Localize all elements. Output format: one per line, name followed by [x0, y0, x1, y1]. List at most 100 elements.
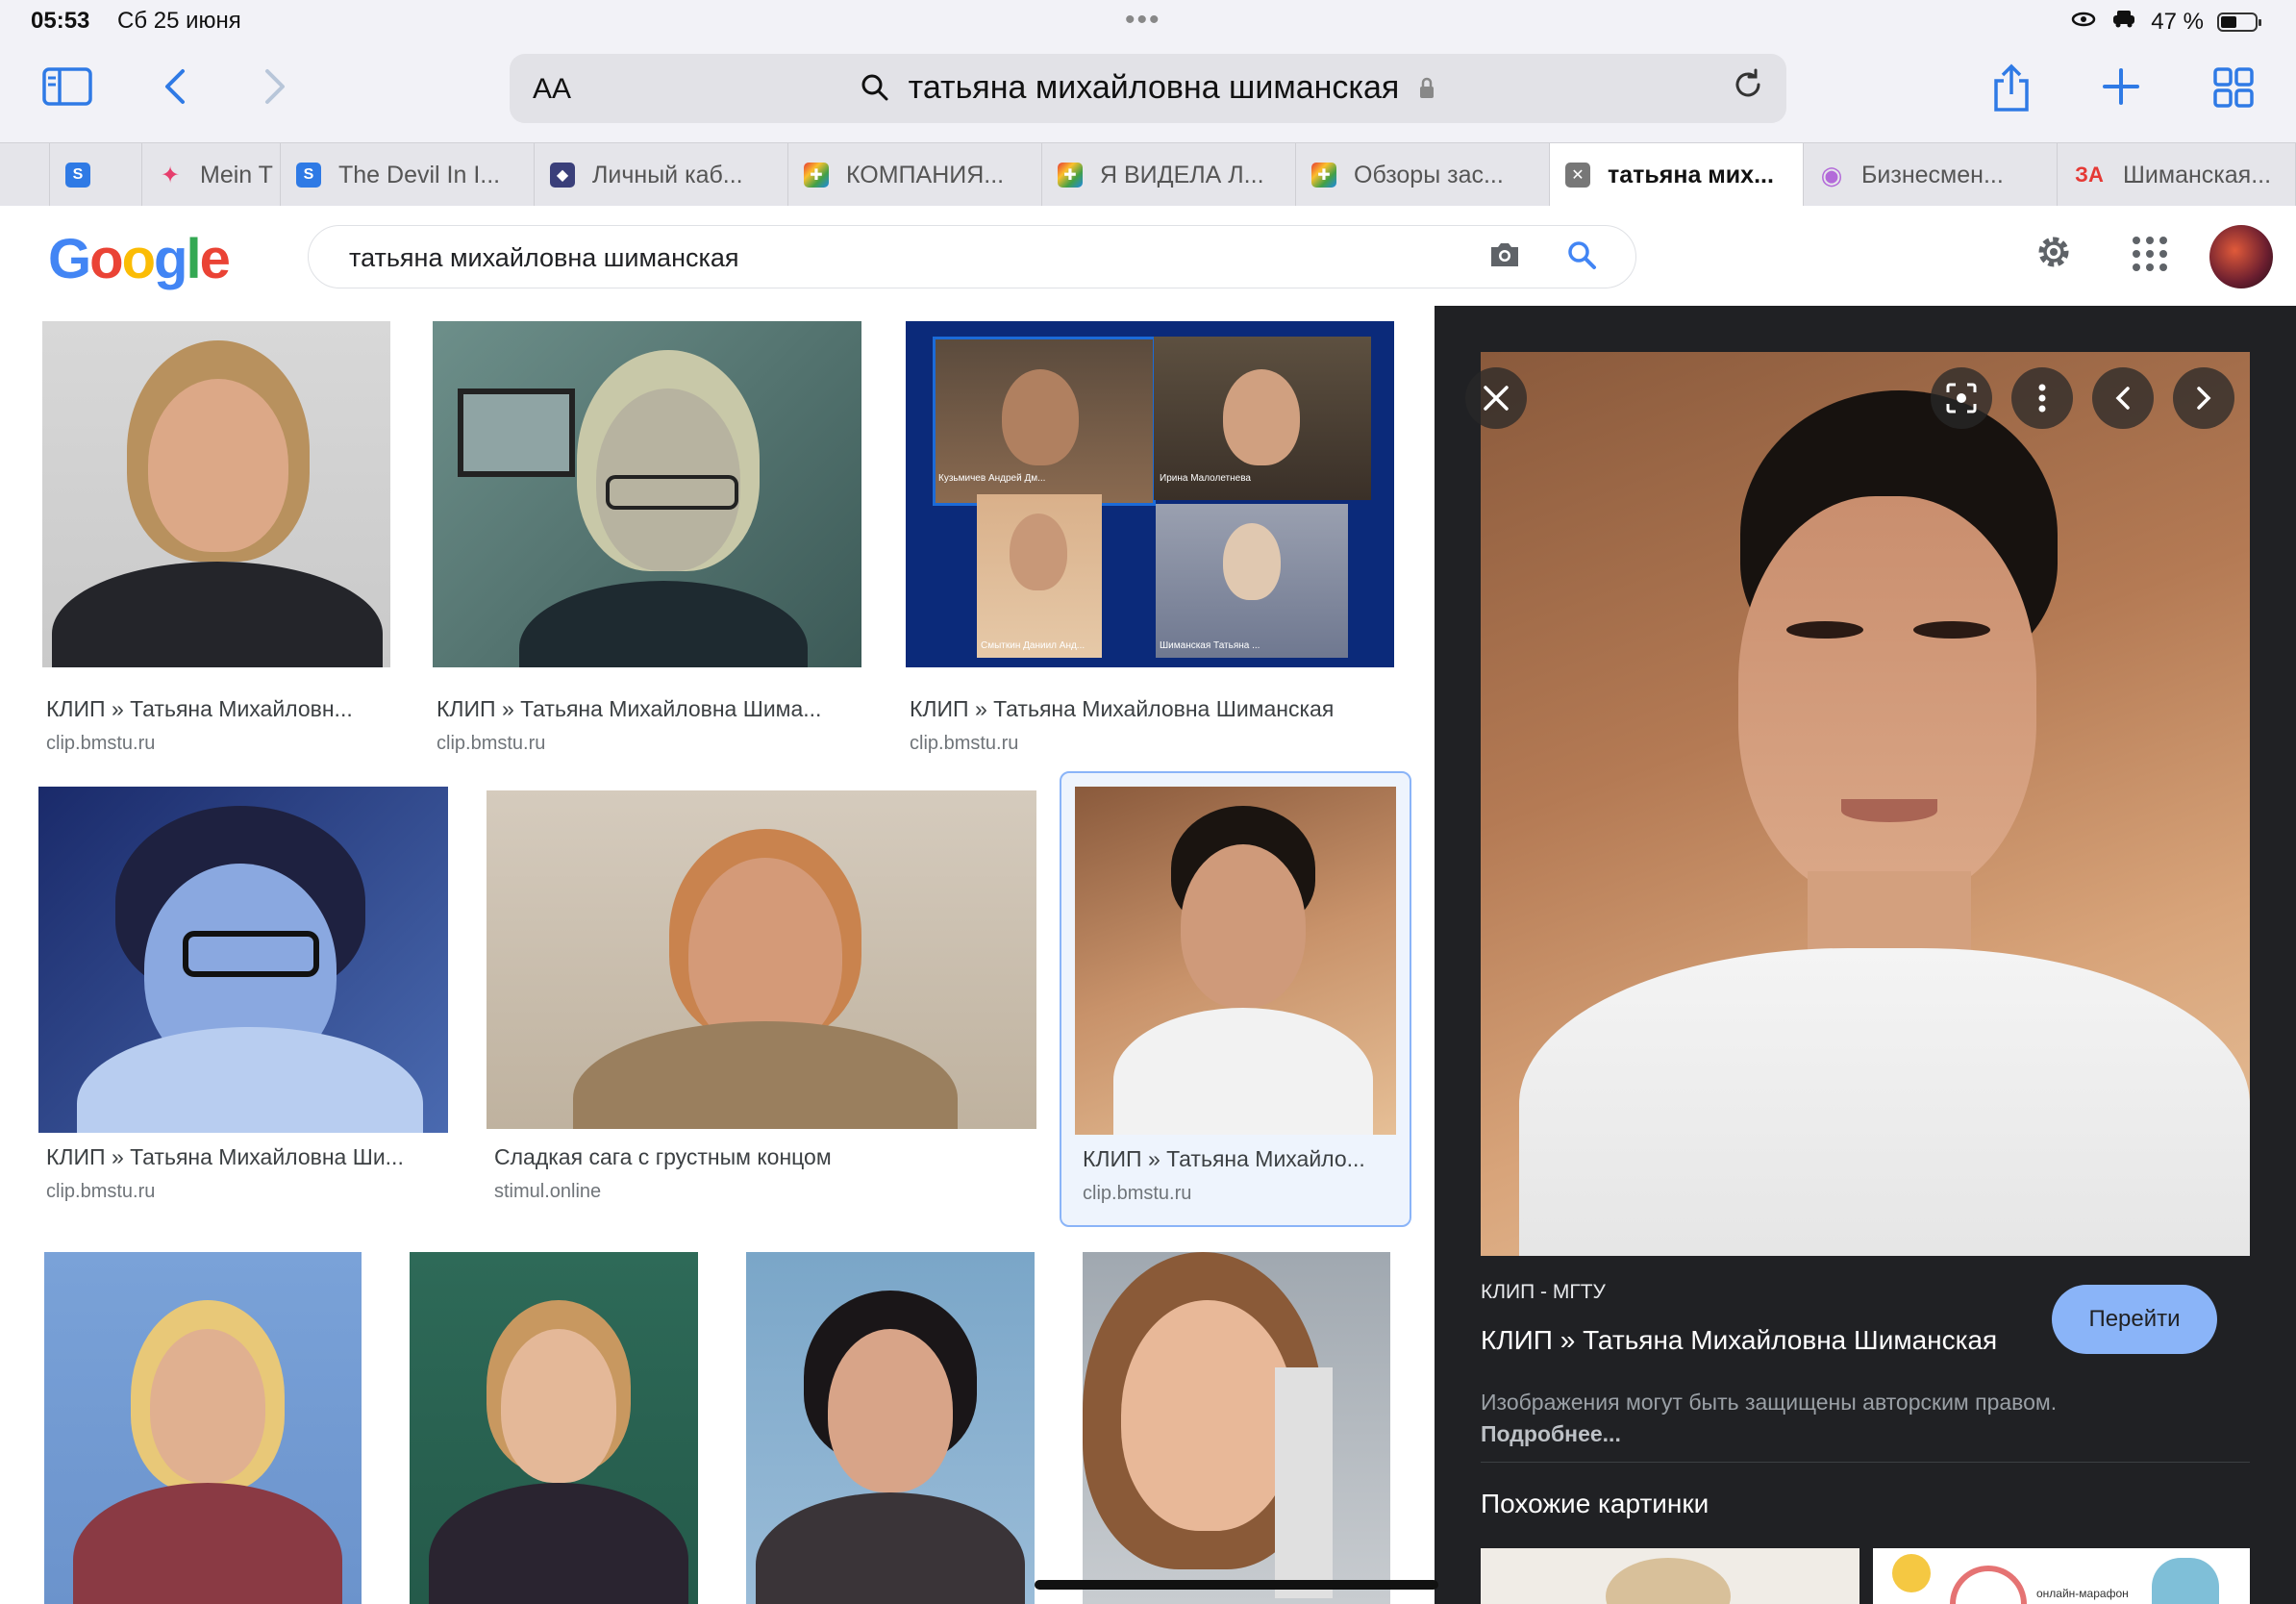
- tab-8[interactable]: ◉ Бизнесмен...: [1804, 143, 2058, 207]
- learn-more-link[interactable]: Подробнее...: [1481, 1421, 1621, 1446]
- tab-favicon: S: [296, 163, 321, 188]
- result-site[interactable]: clip.bmstu.ru: [910, 733, 1018, 755]
- more-options-icon[interactable]: [2011, 367, 2073, 429]
- close-icon[interactable]: [1465, 367, 1527, 429]
- result-card[interactable]: КЛИП » Татьяна Михайловн... clip.bmstu.r…: [38, 321, 404, 754]
- result-image[interactable]: [38, 787, 448, 1133]
- participant-name: Шиманская Татьяна ...: [1160, 640, 1260, 651]
- tab-label: КОМПАНИЯ...: [846, 161, 1005, 188]
- result-title[interactable]: КЛИП » Татьяна Михайловна Ши...: [46, 1144, 440, 1170]
- tab-9[interactable]: ЗА Шиманская...: [2058, 143, 2296, 207]
- tab-favicon: ✚: [1058, 163, 1083, 188]
- result-site[interactable]: clip.bmstu.ru: [437, 733, 545, 755]
- avatar[interactable]: [2209, 225, 2273, 288]
- search-box[interactable]: [308, 225, 1636, 288]
- preview-title[interactable]: КЛИП » Татьяна Михайловна Шиманская: [1481, 1325, 1997, 1356]
- result-card[interactable]: КЛИП » Татьяна Михайловна Ши... clip.bms…: [38, 787, 462, 1202]
- result-title[interactable]: КЛИП » Татьяна Михайловна Шима...: [437, 696, 860, 722]
- new-tab-icon[interactable]: [2102, 67, 2140, 113]
- result-site[interactable]: clip.bmstu.ru: [1083, 1183, 1191, 1205]
- tab-4[interactable]: ✚ КОМПАНИЯ...: [788, 143, 1042, 207]
- tab-empty[interactable]: [0, 143, 50, 207]
- result-card[interactable]: [410, 1252, 698, 1604]
- lock-icon: [1409, 69, 1435, 106]
- next-icon[interactable]: [2173, 367, 2234, 429]
- forward-icon[interactable]: [262, 65, 288, 115]
- result-site[interactable]: clip.bmstu.ru: [46, 1181, 155, 1203]
- search-input[interactable]: [347, 238, 1409, 278]
- similar-image[interactable]: [1481, 1548, 1859, 1604]
- tab-bar: S ✦ Mein T S The Devil In I... ◆ Личный …: [0, 142, 2296, 208]
- result-image[interactable]: [487, 790, 1036, 1129]
- result-title[interactable]: Сладкая сага с грустным концом: [494, 1144, 1033, 1170]
- similar-heading: Похожие картинки: [1481, 1489, 1710, 1518]
- camera-icon[interactable]: [1487, 239, 1522, 275]
- previous-icon[interactable]: [2092, 367, 2154, 429]
- apps-grid-icon[interactable]: [2133, 237, 2167, 271]
- result-image[interactable]: [1075, 787, 1396, 1135]
- link-icon: [2070, 9, 2097, 36]
- tab-7-active[interactable]: ✕ татьяна мих...: [1550, 143, 1804, 207]
- reload-icon[interactable]: [1731, 67, 1765, 112]
- gear-icon[interactable]: [2031, 229, 2077, 280]
- google-header: Google: [0, 206, 2296, 307]
- tab-0[interactable]: S: [50, 143, 142, 207]
- result-image[interactable]: [42, 321, 390, 667]
- tab-5[interactable]: ✚ Я ВИДЕЛА Л...: [1042, 143, 1296, 207]
- tab-favicon: S: [65, 163, 90, 188]
- similar-image[interactable]: онлайн-марафон: [1873, 1548, 2250, 1604]
- result-image[interactable]: [410, 1252, 698, 1604]
- address-bar[interactable]: AA татьяна михайловна шиманская: [510, 54, 1786, 123]
- tab-label: Mein T: [200, 161, 273, 188]
- result-site[interactable]: stimul.online: [494, 1181, 601, 1203]
- car-icon: [2110, 8, 2137, 36]
- result-image[interactable]: [746, 1252, 1035, 1604]
- address-query[interactable]: татьяна михайловна шиманская: [510, 69, 1786, 107]
- status-date: Сб 25 июня: [117, 8, 241, 34]
- copyright-text: Изображения могут быть защищены авторски…: [1481, 1390, 2058, 1415]
- result-site[interactable]: clip.bmstu.ru: [46, 733, 155, 755]
- tab-favicon: ✚: [1311, 163, 1336, 188]
- browser-toolbar: AA татьяна михайловна шиманская: [0, 46, 2296, 142]
- share-icon[interactable]: [1990, 63, 2033, 121]
- battery-percent: 47 %: [2151, 8, 2204, 35]
- result-image[interactable]: Кузьмичев Андрей Дм... Ирина Малолетнева…: [906, 321, 1394, 667]
- multitasking-dots[interactable]: •••: [1125, 4, 1161, 37]
- divider: [1481, 1462, 2250, 1463]
- result-title[interactable]: КЛИП » Татьяна Михайловн...: [46, 696, 392, 722]
- tab-overview-icon[interactable]: [2213, 67, 2254, 115]
- participant-name: Смыткин Даниил Анд...: [981, 640, 1086, 651]
- tab-6[interactable]: ✚ Обзоры зас...: [1296, 143, 1550, 207]
- tab-3[interactable]: ◆ Личный каб...: [535, 143, 788, 207]
- result-card-selected[interactable]: КЛИП » Татьяна Михайло... clip.bmstu.ru: [1060, 771, 1411, 1227]
- tab-label: татьяна мих...: [1608, 161, 1774, 188]
- search-icon: [861, 69, 908, 106]
- participant-name: Ирина Малолетнева: [1160, 473, 1251, 484]
- google-logo[interactable]: Google: [48, 227, 231, 291]
- visit-button[interactable]: Перейти: [2052, 1285, 2217, 1354]
- result-image[interactable]: [433, 321, 861, 667]
- result-image[interactable]: [44, 1252, 362, 1604]
- tab-1[interactable]: ✦ Mein T: [142, 143, 281, 207]
- tab-favicon: ✚: [804, 163, 829, 188]
- result-image[interactable]: [1083, 1252, 1390, 1604]
- preview-image[interactable]: [1481, 352, 2250, 1256]
- tab-2[interactable]: S The Devil In I...: [281, 143, 535, 207]
- result-card[interactable]: Сладкая сага с грустным концом stimul.on…: [481, 787, 1038, 1202]
- back-icon[interactable]: [162, 65, 188, 115]
- preview-source[interactable]: КЛИП - МГТУ: [1481, 1281, 1606, 1304]
- lens-icon[interactable]: [1931, 367, 1992, 429]
- result-title[interactable]: КЛИП » Татьяна Михайловна Шиманская: [910, 696, 1400, 722]
- result-card[interactable]: КЛИП » Татьяна Михайловна Шима... clip.b…: [429, 321, 871, 754]
- search-icon[interactable]: [1564, 238, 1599, 277]
- tab-favicon: ✦: [160, 162, 181, 188]
- result-card[interactable]: Кузьмичев Андрей Дм... Ирина Малолетнева…: [902, 321, 1411, 754]
- podcast-icon: ◉: [1820, 160, 1843, 189]
- home-indicator[interactable]: [1035, 1580, 1438, 1590]
- result-title[interactable]: КЛИП » Татьяна Михайло...: [1083, 1146, 1400, 1172]
- sidebar-icon[interactable]: [42, 67, 92, 113]
- result-card[interactable]: [1083, 1252, 1390, 1604]
- result-card[interactable]: [746, 1252, 1035, 1604]
- result-card[interactable]: [44, 1252, 362, 1604]
- close-tab-icon[interactable]: ✕: [1565, 163, 1590, 188]
